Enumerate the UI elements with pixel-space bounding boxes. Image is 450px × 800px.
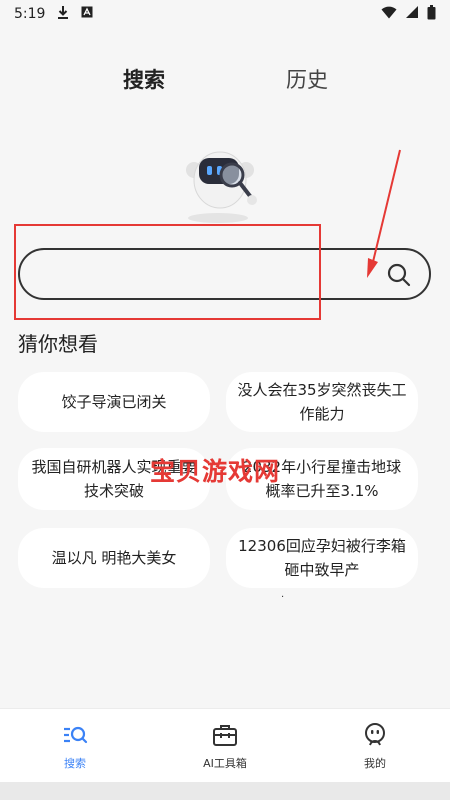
tab-history[interactable]: 历史 — [286, 64, 328, 94]
suggestion-chip[interactable]: 温以凡 明艳大美女 — [18, 528, 210, 588]
suggestions-title: 猜你想看 — [18, 332, 98, 356]
signal-icon — [405, 5, 419, 23]
nav-item-search[interactable]: 搜索 — [25, 721, 125, 771]
app-notification-icon — [81, 6, 93, 22]
wifi-icon — [381, 6, 397, 23]
robot-face-icon — [365, 723, 385, 746]
toolbox-icon — [213, 725, 237, 746]
battery-icon — [427, 4, 436, 24]
nav-label-ai-toolbox: AI工具箱 — [203, 757, 247, 770]
nav-item-ai-toolbox[interactable]: AI工具箱 — [175, 721, 275, 771]
suggestion-chip[interactable]: 没人会在35岁突然丧失工作能力 — [226, 372, 418, 432]
nav-item-mine[interactable]: 我的 — [325, 721, 425, 771]
top-tabs: 搜索 历史 — [0, 64, 450, 104]
download-icon — [57, 5, 69, 23]
annotation-arrow-icon — [356, 148, 406, 288]
nav-label-search: 搜索 — [64, 757, 86, 770]
suggestion-chip[interactable]: 饺子导演已闭关 — [18, 372, 210, 432]
nav-label-mine: 我的 — [364, 757, 386, 770]
status-time: 5:19 — [14, 6, 46, 22]
gesture-bar — [0, 782, 450, 800]
bottom-nav: 搜索 AI工具箱 我的 — [0, 708, 450, 783]
robot-mascot-icon — [172, 130, 272, 230]
suggestion-chip[interactable]: 12306回应孕妇被行李箱砸中致早产 — [226, 528, 418, 588]
status-bar: 5:19 — [0, 0, 450, 28]
search-list-icon — [64, 726, 88, 744]
watermark-text: 宝贝游戏网 — [150, 457, 281, 486]
tab-search[interactable]: 搜索 — [123, 64, 165, 94]
stray-dot: · — [281, 592, 285, 603]
annotation-highlight-box — [14, 224, 321, 320]
